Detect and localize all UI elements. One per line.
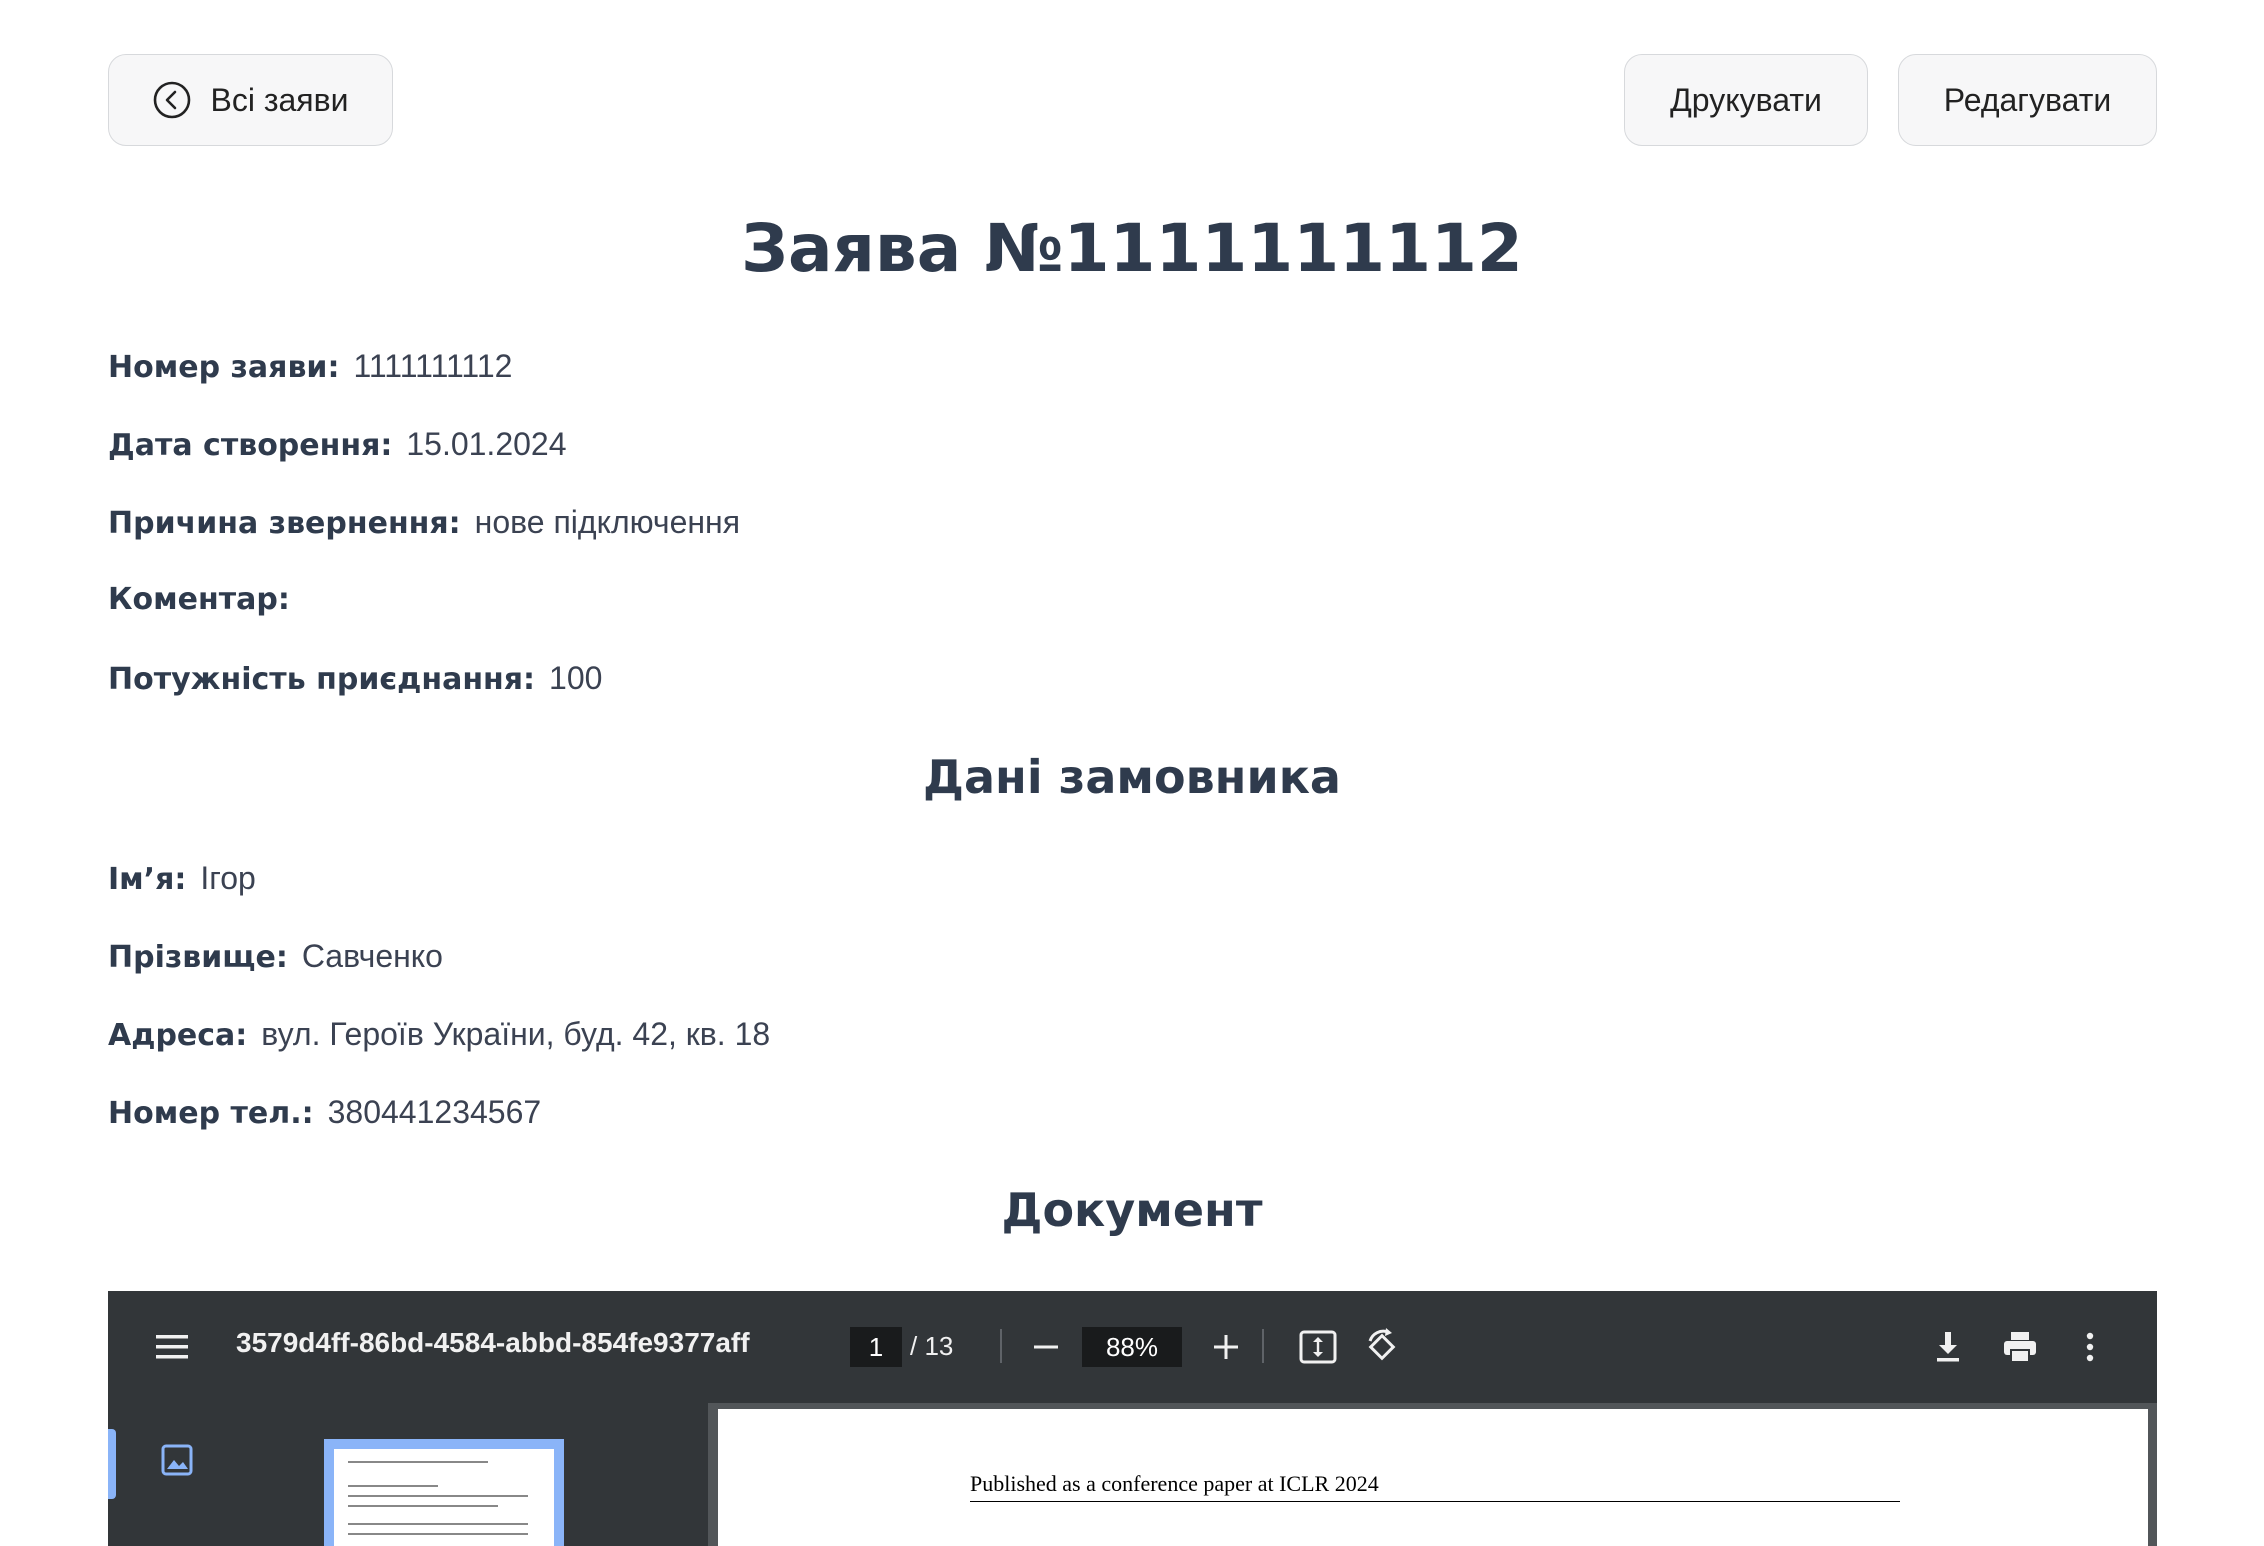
pdf-page: Published as a conference paper at ICLR … [718,1409,2148,1546]
customer-section-title: Дані замовника [923,750,1341,804]
pdf-page-header: Published as a conference paper at ICLR … [970,1471,1900,1502]
image-icon[interactable] [160,1443,194,1477]
first-name-label: Ім’я: [108,862,187,897]
surname-value: Савченко [301,938,443,974]
page-title: Заява №1111111112 [741,210,1523,287]
address-value: вул. Героїв України, буд. 42, кв. 18 [261,1016,771,1052]
fit-page-icon[interactable] [1298,1327,1338,1367]
download-icon[interactable] [1928,1327,1968,1367]
comment-label: Коментар: [108,582,290,617]
hamburger-menu-icon[interactable] [154,1329,190,1365]
phone-row: Номер тел.: 380441234567 [108,1094,541,1131]
toolbar-divider [1262,1329,1264,1363]
reason-value: нове підключення [474,504,741,540]
application-number-row: Номер заяви: 1111111112 [108,348,512,385]
edit-button[interactable]: Редагувати [1898,54,2157,146]
connection-power-value: 100 [549,660,603,696]
printer-icon[interactable] [2000,1327,2040,1367]
creation-date-row: Дата створення: 15.01.2024 [108,426,567,463]
toolbar-divider [1000,1329,1002,1363]
page-total: / 13 [910,1331,954,1361]
surname-row: Прізвище: Савченко [108,938,443,975]
sidebar-selected-indicator [108,1429,116,1499]
back-to-all-applications-button[interactable]: Всі заяви [108,54,393,146]
zoom-level-input[interactable]: 88% [1082,1327,1182,1367]
creation-date-value: 15.01.2024 [406,426,567,462]
document-section-title: Документ [1001,1183,1263,1237]
creation-date-label: Дата створення: [108,428,393,463]
application-number-label: Номер заяви: [108,350,340,385]
print-button-label: Друкувати [1670,81,1822,118]
plus-icon[interactable] [1206,1327,1246,1367]
pdf-file-name: 3579d4ff-86bd-4584-abbd-854fe9377aff [236,1327,750,1358]
print-button[interactable]: Друкувати [1624,54,1868,146]
page-thumbnail[interactable] [324,1439,564,1546]
address-row: Адреса: вул. Героїв України, буд. 42, кв… [108,1016,770,1053]
surname-label: Прізвище: [108,940,288,975]
connection-power-label: Потужність приєднання: [108,662,536,697]
application-number-value: 1111111112 [353,348,513,384]
minus-icon[interactable] [1026,1327,1066,1367]
pdf-toolbar: 3579d4ff-86bd-4584-abbd-854fe9377aff 1 /… [108,1291,2157,1403]
reason-row: Причина звернення: нове підключення [108,504,740,541]
back-button-label: Всі заяви [210,81,349,118]
comment-row: Коментар: [108,582,304,617]
page-number-input[interactable]: 1 [850,1327,902,1367]
first-name-row: Ім’я: Ігор [108,860,256,897]
pdf-viewer[interactable]: 3579d4ff-86bd-4584-abbd-854fe9377aff 1 /… [108,1291,2157,1546]
chevron-left-circle-icon [152,80,192,120]
first-name-value: Ігор [200,860,256,896]
more-vertical-icon[interactable] [2070,1327,2110,1367]
phone-label: Номер тел.: [108,1096,314,1131]
rotate-icon[interactable] [1362,1327,1402,1367]
phone-value: 380441234567 [327,1094,542,1130]
edit-button-label: Редагувати [1943,81,2112,118]
reason-label: Причина звернення: [108,506,461,541]
connection-power-row: Потужність приєднання: 100 [108,660,602,697]
address-label: Адреса: [108,1018,248,1053]
